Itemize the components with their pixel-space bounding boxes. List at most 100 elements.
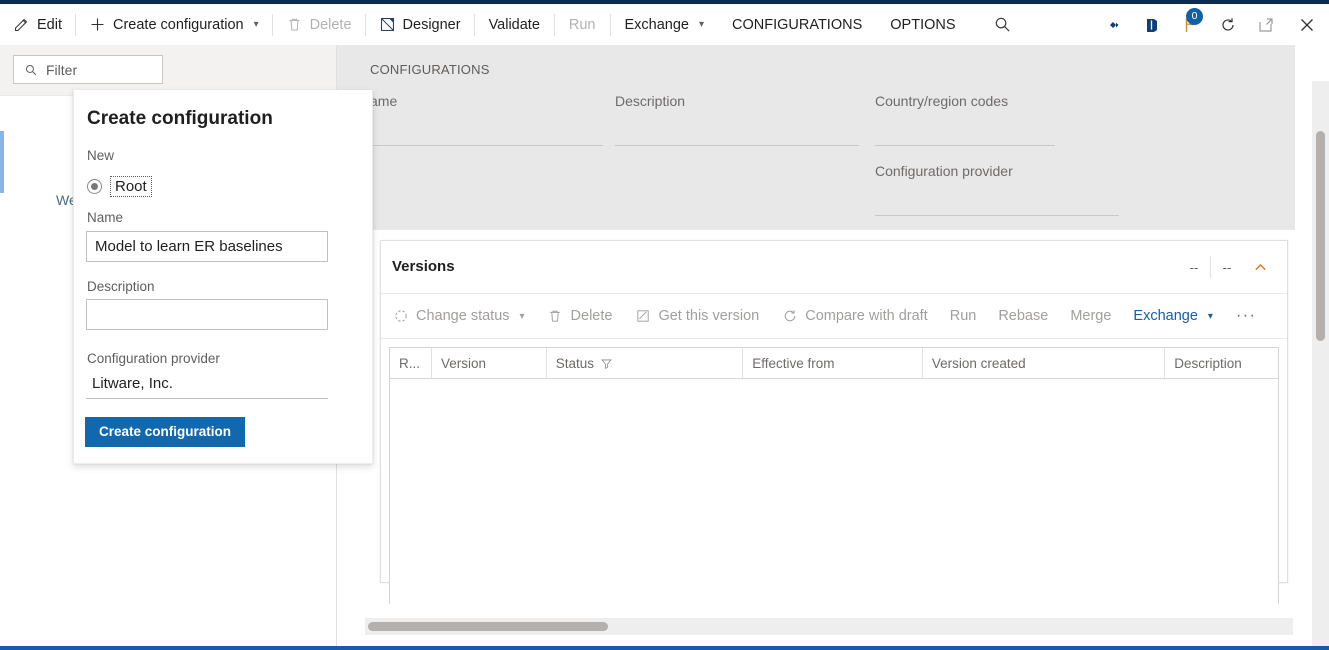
table-column-r[interactable]: R... <box>390 348 432 378</box>
column-header-description: Description <box>615 93 685 109</box>
versions-run-button[interactable]: Run <box>939 294 988 338</box>
notifications-flag-icon[interactable]: 0 <box>1171 4 1209 45</box>
table-column-status-label: Status <box>556 356 594 371</box>
filter-funnel-icon[interactable] <box>600 357 613 370</box>
designer-icon <box>379 16 396 33</box>
column-header-configuration-provider: Configuration provider <box>875 163 1013 179</box>
search-icon[interactable] <box>984 4 1022 45</box>
command-bar: Edit Create configuration ▾ Delete Desig… <box>0 4 1329 46</box>
tab-configurations[interactable]: CONFIGURATIONS <box>718 4 876 45</box>
radio-dot <box>91 183 98 190</box>
table-column-version[interactable]: Version <box>432 348 547 378</box>
run-label: Run <box>569 17 596 33</box>
chevron-down-icon: ▾ <box>699 19 704 30</box>
versions-exchange-button[interactable]: Exchange ▾ <box>1122 294 1224 338</box>
root-radio-label: Root <box>110 176 152 197</box>
list-selection-indicator <box>0 131 4 193</box>
window-bottom-strip <box>0 646 1329 650</box>
chevron-up-icon[interactable] <box>1243 241 1277 293</box>
compare-with-draft-label: Compare with draft <box>805 308 928 324</box>
table-column-effective-from[interactable]: Effective from <box>743 348 923 378</box>
tab-options[interactable]: OPTIONS <box>876 4 969 45</box>
chevron-down-icon: ▾ <box>520 311 525 322</box>
horizontal-scrollbar-thumb[interactable] <box>368 622 608 631</box>
table-column-version-label: Version <box>441 356 486 371</box>
table-column-version-created-label: Version created <box>932 356 1026 371</box>
rebase-button[interactable]: Rebase <box>987 294 1059 338</box>
office-book-icon[interactable] <box>1133 4 1171 45</box>
validate-button[interactable]: Validate <box>475 4 554 45</box>
merge-button[interactable]: Merge <box>1059 294 1122 338</box>
root-radio-button[interactable] <box>87 179 102 194</box>
notification-badge-count: 0 <box>1186 8 1203 25</box>
description-label: Description <box>87 279 155 294</box>
column-header-country-codes: Country/region codes <box>875 93 1008 109</box>
versions-header-actions: -- -- <box>1178 241 1277 293</box>
chevron-down-icon: ▾ <box>1208 311 1213 322</box>
delete-label: Delete <box>310 17 352 33</box>
column-rule <box>615 145 859 146</box>
designer-button[interactable]: Designer <box>366 4 474 45</box>
validate-label: Validate <box>489 17 540 33</box>
column-rule <box>359 145 603 146</box>
table-column-description[interactable]: Description <box>1165 348 1278 378</box>
create-configuration-button[interactable]: Create configuration ▾ <box>76 4 272 45</box>
configuration-provider-label: Configuration provider <box>87 351 220 366</box>
refresh-icon[interactable] <box>1209 4 1247 45</box>
vertical-scrollbar-thumb[interactable] <box>1316 131 1325 341</box>
edit-label: Edit <box>37 17 62 33</box>
versions-run-label: Run <box>950 308 977 324</box>
root-radio-row[interactable]: Root <box>87 176 152 197</box>
compare-with-draft-button[interactable]: Compare with draft <box>770 294 939 338</box>
table-column-effective-from-label: Effective from <box>752 356 834 371</box>
grid-tab-label: CONFIGURATIONS <box>370 62 490 77</box>
pencil-icon <box>13 16 30 33</box>
new-label: New <box>87 148 114 163</box>
page-body: Filter We CONFIGURATIONS ame Description… <box>0 45 1329 646</box>
configuration-provider-input[interactable]: Litware, Inc. <box>86 371 328 399</box>
table-column-version-created[interactable]: Version created <box>923 348 1165 378</box>
versions-table-header: R... Version Status Effective fro <box>390 348 1278 379</box>
popout-icon[interactable] <box>1247 4 1285 45</box>
horizontal-scrollbar-track[interactable] <box>365 618 1293 635</box>
create-configuration-dialog: Create configuration New Root Name Model… <box>73 90 373 464</box>
change-status-button[interactable]: Change status ▾ <box>381 294 536 338</box>
versions-overflow-button[interactable]: ··· <box>1224 294 1268 338</box>
get-this-version-label: Get this version <box>658 308 759 324</box>
grid-area: CONFIGURATIONS ame Description Country/r… <box>337 45 1329 646</box>
versions-header-dash-1[interactable]: -- <box>1178 241 1210 293</box>
vertical-scrollbar-track[interactable] <box>1312 81 1329 647</box>
description-input[interactable] <box>86 299 328 330</box>
submit-create-configuration-button[interactable]: Create configuration <box>85 417 245 447</box>
dynamics-diamond-icon[interactable] <box>1095 4 1133 45</box>
create-configuration-label: Create configuration <box>113 17 244 33</box>
table-column-r-label: R... <box>399 356 420 371</box>
dialog-title: Create configuration <box>87 108 273 130</box>
application-window: Edit Create configuration ▾ Delete Desig… <box>0 0 1329 650</box>
versions-panel: Versions -- -- Ch <box>380 240 1288 583</box>
trash-icon <box>286 16 303 33</box>
edit-button[interactable]: Edit <box>0 4 75 45</box>
exchange-menu-button[interactable]: Exchange ▾ <box>611 4 719 45</box>
versions-delete-button[interactable]: Delete <box>536 294 624 338</box>
versions-panel-header: Versions -- -- <box>381 241 1287 294</box>
filter-input[interactable]: Filter <box>13 55 163 84</box>
versions-delete-label: Delete <box>571 308 613 324</box>
versions-table-body <box>390 379 1278 604</box>
filter-placeholder: Filter <box>46 62 77 78</box>
status-spinner-icon <box>392 308 409 325</box>
table-column-description-label: Description <box>1174 356 1242 371</box>
chevron-down-icon: ▾ <box>254 19 259 30</box>
get-this-version-button[interactable]: Get this version <box>623 294 770 338</box>
run-button: Run <box>555 4 610 45</box>
name-input[interactable]: Model to learn ER baselines <box>86 231 328 262</box>
versions-header-dash-2[interactable]: -- <box>1211 241 1243 293</box>
merge-label: Merge <box>1070 308 1111 324</box>
name-label: Name <box>87 210 123 225</box>
table-column-status[interactable]: Status <box>547 348 744 378</box>
close-icon[interactable] <box>1285 4 1329 45</box>
column-rule <box>875 145 1055 146</box>
versions-table: R... Version Status Effective fro <box>389 347 1279 604</box>
window-controls: 0 <box>1095 4 1329 45</box>
filter-band: Filter <box>0 45 337 96</box>
